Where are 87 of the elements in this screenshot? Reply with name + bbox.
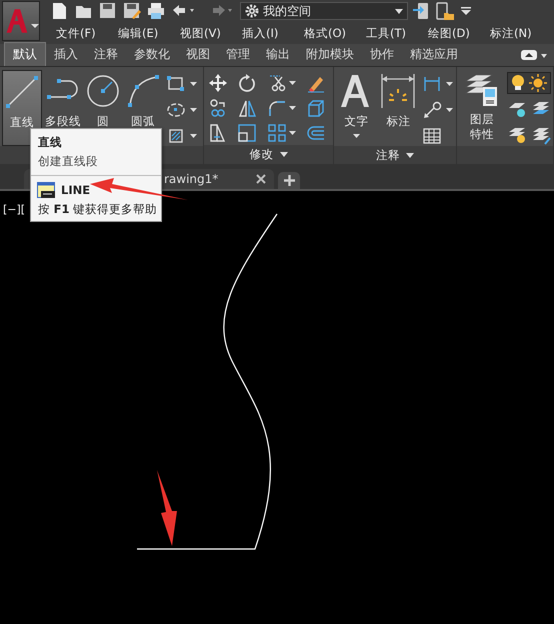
- rectangle-icon[interactable]: [166, 74, 186, 94]
- command-window-icon: [37, 182, 55, 198]
- ribbon-tab[interactable]: 附加模块: [298, 43, 362, 66]
- ribbon-tab[interactable]: 参数化: [126, 43, 178, 66]
- tool-label: 标注: [386, 114, 410, 129]
- new-tab-button[interactable]: [278, 172, 300, 189]
- box-icon[interactable]: [306, 98, 326, 118]
- caret-icon[interactable]: [190, 108, 197, 112]
- workspace-dropdown[interactable]: 我的空间: [240, 2, 408, 20]
- customize-caret-icon[interactable]: [460, 6, 472, 16]
- dimension-icon: [379, 73, 418, 109]
- ribbon-tab[interactable]: 视图: [178, 43, 218, 66]
- array-icon[interactable]: [267, 123, 288, 143]
- caret-icon[interactable]: [406, 152, 414, 158]
- phone-folder-icon[interactable]: [434, 1, 456, 21]
- caret-icon[interactable]: [289, 106, 296, 110]
- annotation-tool-button[interactable]: 标注: [378, 70, 418, 146]
- ribbon-tab[interactable]: 插入: [46, 43, 86, 66]
- ribbon-tab[interactable]: 协作: [362, 43, 402, 66]
- menu-item[interactable]: 文件(F): [56, 26, 118, 40]
- tooltip-description: 创建直线段: [37, 154, 98, 169]
- caret-icon[interactable]: [446, 108, 454, 112]
- mirror-icon[interactable]: [237, 98, 258, 118]
- ribbon-tab[interactable]: 默认: [4, 42, 46, 66]
- caret-icon[interactable]: [289, 131, 296, 135]
- viewport-label[interactable]: [−][: [3, 203, 26, 216]
- close-icon[interactable]: [256, 174, 266, 184]
- caret-icon: [352, 134, 360, 138]
- phone-arrow-icon[interactable]: [412, 1, 430, 21]
- command-name: LINE: [61, 183, 90, 197]
- caret-icon: [395, 8, 403, 14]
- panel-title[interactable]: 注释: [376, 148, 400, 162]
- menu-item[interactable]: 绘图(D): [428, 26, 490, 40]
- plus-icon: [284, 175, 294, 186]
- layer-lightbulb-icon[interactable]: [506, 126, 527, 146]
- panel-title[interactable]: 修改: [250, 147, 274, 162]
- panel-toggle-icon[interactable]: [520, 49, 548, 61]
- layers-icon: [464, 73, 500, 107]
- caret-icon[interactable]: [446, 82, 454, 86]
- tool-label: 直线: [10, 115, 34, 130]
- printer-icon[interactable]: [146, 1, 166, 21]
- stretch-icon[interactable]: [208, 123, 228, 143]
- menu-item[interactable]: 格式(O): [304, 26, 366, 40]
- save-as-icon[interactable]: [122, 1, 142, 21]
- application-menu-button[interactable]: [2, 1, 40, 41]
- tool-label: 圆弧: [131, 114, 155, 129]
- tool-label: 图层特性: [468, 112, 495, 142]
- line-icon: [4, 74, 40, 110]
- move-icon[interactable]: [208, 73, 228, 93]
- layer-bulb-icon[interactable]: [506, 100, 527, 120]
- draw-tool-button[interactable]: 圆: [84, 70, 122, 146]
- caret-icon: [31, 24, 39, 28]
- ribbon-tab[interactable]: 注释: [86, 43, 126, 66]
- layer-state-box[interactable]: [506, 72, 551, 94]
- caret-icon[interactable]: [280, 152, 288, 157]
- leader-icon[interactable]: [422, 100, 442, 120]
- caret-icon[interactable]: [190, 134, 197, 138]
- scale-icon[interactable]: [237, 123, 258, 143]
- circle-icon: [85, 73, 121, 109]
- tool-label: 多段线: [45, 114, 81, 129]
- menu-item[interactable]: 插入(I): [242, 26, 304, 40]
- save-icon[interactable]: [98, 1, 118, 21]
- draw-tool-button[interactable]: 圆弧: [124, 70, 162, 146]
- table-icon[interactable]: [422, 126, 442, 146]
- layers-edit-icon[interactable]: [530, 126, 551, 146]
- ribbon-tab[interactable]: 管理: [218, 43, 258, 66]
- caret-icon[interactable]: [190, 82, 197, 86]
- menu-item[interactable]: 标注(N): [490, 26, 552, 40]
- ribbon-tab[interactable]: 输出: [258, 43, 298, 66]
- rotate-icon[interactable]: [237, 73, 258, 93]
- menu-item[interactable]: 编辑(E): [118, 26, 180, 40]
- annotation-tool-button[interactable]: 文字: [336, 70, 376, 146]
- sun-icon: [528, 74, 547, 92]
- workspace-name: 我的空间: [263, 2, 312, 20]
- help-text: 按 F1 键获得更多帮助: [37, 202, 158, 217]
- menu-item[interactable]: 工具(T): [366, 26, 428, 40]
- caret-icon[interactable]: [289, 81, 296, 85]
- arc-icon: [125, 73, 161, 109]
- tab-title: rawing1*: [164, 172, 218, 186]
- linear-dimension-icon[interactable]: [422, 74, 442, 94]
- tool-label: 圆: [97, 114, 109, 129]
- tool-label: 文字: [344, 114, 368, 129]
- scissors-icon[interactable]: [267, 73, 288, 93]
- layer-properties-button[interactable]: 图层特性: [458, 70, 505, 146]
- gear-icon: [245, 4, 259, 18]
- ribbon-tab[interactable]: 精选应用: [402, 43, 466, 66]
- menu-item[interactable]: 视图(V): [180, 26, 242, 40]
